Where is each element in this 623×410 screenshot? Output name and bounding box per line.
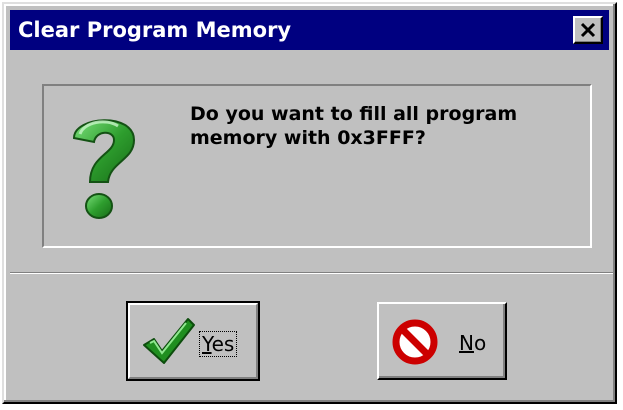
yes-button[interactable]: Yes <box>126 301 260 381</box>
checkmark-icon <box>143 318 195 364</box>
dialog-message: Do you want to fill all program memory w… <box>190 103 518 149</box>
no-entry-icon <box>392 319 438 365</box>
separator <box>10 272 613 274</box>
close-button[interactable] <box>573 16 603 44</box>
window-title: Clear Program Memory <box>18 18 292 42</box>
question-icon <box>72 119 136 219</box>
no-button-label: No <box>459 331 487 355</box>
yes-button-label: Yes <box>198 331 238 357</box>
no-button[interactable]: No <box>377 302 507 380</box>
close-icon <box>580 22 596 38</box>
title-bar[interactable]: Clear Program Memory <box>10 10 609 50</box>
dialog-window: Clear Program Memory Do you want to fill… <box>2 2 617 404</box>
message-panel: Do you want to fill all program memory w… <box>42 84 592 248</box>
